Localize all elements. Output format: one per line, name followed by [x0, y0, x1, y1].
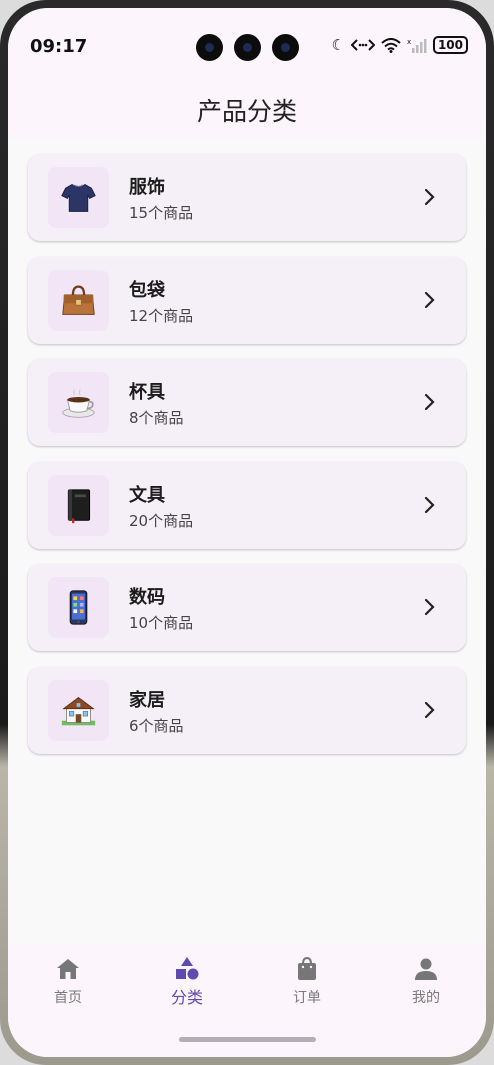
tab-home[interactable]: 首页	[28, 956, 108, 1007]
home-icon	[57, 959, 79, 979]
category-card-cups[interactable]: 杯具 8个商品	[28, 359, 466, 446]
coffee-cup-icon	[62, 389, 95, 418]
tab-orders[interactable]: 订单	[267, 956, 347, 1007]
signal-icon: x	[407, 38, 427, 53]
shopping-bag-icon	[298, 956, 316, 980]
status-icons: ☾ x 100	[331, 36, 468, 54]
data-transfer-icon	[350, 39, 375, 51]
screen: 09:17 ☾ x 100 产品分类 服饰 15个商品 包袋 12个商品 杯具 …	[8, 8, 486, 1057]
tab-label: 首页	[54, 990, 82, 1006]
battery-indicator: 100	[432, 36, 468, 54]
phone-frame: 09:17 ☾ x 100 产品分类 服饰 15个商品 包袋 12个商品 杯具 …	[0, 0, 494, 1065]
category-thumbnail	[48, 474, 109, 536]
chevron-right-icon[interactable]	[424, 496, 436, 514]
tshirt-icon	[61, 184, 96, 212]
camera-lens-icon	[196, 34, 223, 61]
category-name: 文具	[129, 484, 165, 506]
category-thumbnail	[48, 167, 109, 228]
camera-lens-icon	[272, 34, 299, 61]
chevron-right-icon[interactable]	[424, 291, 436, 309]
category-name: 杯具	[129, 382, 165, 403]
category-thumbnail	[48, 577, 109, 638]
svg-text:x: x	[407, 38, 411, 46]
status-bar: 09:17 ☾ x 100	[8, 8, 486, 66]
home-indicator[interactable]	[179, 1037, 316, 1042]
chevron-right-icon[interactable]	[424, 598, 436, 616]
category-card-apparel[interactable]: 服饰 15个商品	[28, 154, 466, 241]
category-card-bags[interactable]: 包袋 12个商品	[28, 256, 466, 344]
category-card-digital[interactable]: 数码 10个商品	[28, 564, 466, 651]
category-count: 10个商品	[129, 614, 194, 632]
chevron-right-icon[interactable]	[424, 701, 436, 719]
category-list: 服饰 15个商品 包袋 12个商品 杯具 8个商品 文具 20个商品 数码 10…	[28, 154, 466, 769]
app-header: 产品分类	[8, 66, 486, 138]
category-card-home[interactable]: 家居 6个商品	[28, 666, 466, 754]
category-thumbnail	[48, 269, 109, 331]
page-title: 产品分类	[196, 97, 297, 126]
category-name: 家居	[129, 689, 165, 711]
tab-profile[interactable]: 我的	[386, 956, 466, 1007]
category-count: 15个商品	[129, 204, 194, 222]
moon-icon: ☾	[331, 35, 345, 54]
tab-category[interactable]: 分类	[147, 956, 227, 1008]
category-name: 数码	[129, 587, 165, 608]
mobile-phone-icon	[69, 590, 88, 625]
category-card-stationery[interactable]: 文具 20个商品	[28, 461, 466, 549]
category-count: 8个商品	[129, 409, 184, 427]
notebook-icon	[67, 488, 91, 523]
handbag-icon	[62, 284, 95, 315]
tab-label: 分类	[170, 988, 203, 1007]
category-count: 20个商品	[129, 511, 194, 530]
category-count: 12个商品	[129, 306, 194, 325]
person-icon	[415, 958, 437, 980]
wifi-icon	[381, 37, 401, 53]
category-thumbnail	[48, 679, 109, 741]
shapes-icon	[176, 957, 199, 980]
category-count: 6个商品	[129, 716, 184, 735]
chevron-right-icon[interactable]	[424, 393, 436, 411]
category-thumbnail	[48, 372, 109, 433]
status-time: 09:17	[30, 36, 88, 57]
tab-label: 订单	[293, 990, 321, 1006]
chevron-right-icon[interactable]	[424, 188, 436, 206]
house-icon	[61, 696, 96, 725]
category-name: 包袋	[129, 279, 165, 301]
category-name: 服饰	[129, 177, 165, 198]
tab-label: 我的	[412, 990, 440, 1006]
camera-lens-icon	[234, 34, 261, 61]
